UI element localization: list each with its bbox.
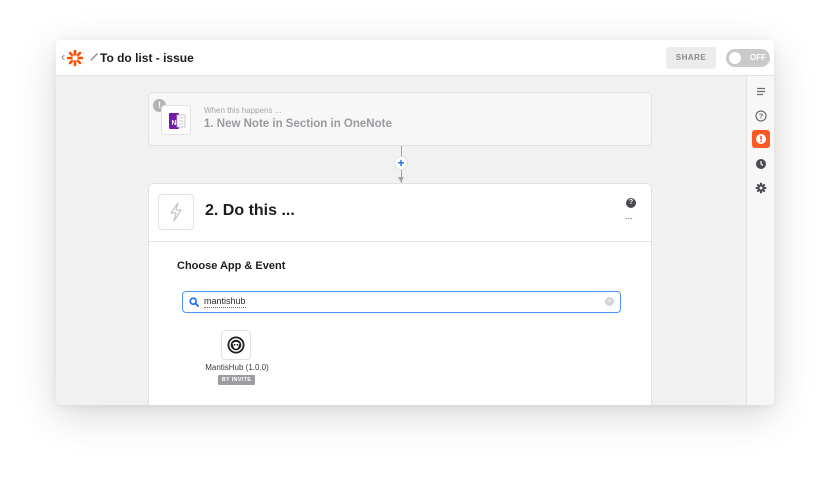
onenote-icon: N — [161, 105, 191, 135]
mantishub-icon — [221, 330, 251, 360]
action-step-header[interactable]: 2. Do this ... ? ... — [149, 184, 651, 242]
action-step-card: 2. Do this ... ? ... Choose App & Event … — [148, 183, 652, 405]
app-search-input[interactable]: mantishub × — [182, 291, 621, 313]
by-invite-badge: BY INVITE — [218, 375, 255, 385]
trigger-caption: When this happens ... — [204, 106, 282, 115]
clear-search-icon[interactable]: × — [605, 297, 614, 306]
trigger-title: 1. New Note in Section in OneNote — [204, 118, 392, 130]
section-title: Choose App & Event — [177, 260, 286, 272]
pencil-icon[interactable] — [89, 52, 99, 62]
settings-icon[interactable] — [752, 179, 770, 197]
lightning-bolt-icon — [158, 194, 194, 230]
outline-icon[interactable] — [752, 82, 770, 100]
chevron-left-icon[interactable]: ‹ — [61, 49, 65, 64]
zap-on-off-toggle[interactable]: OFF — [726, 49, 770, 67]
add-step-button[interactable]: + — [394, 156, 408, 170]
help-icon[interactable]: ? — [752, 107, 770, 125]
app-result-name: MantisHub (1.0.0) — [205, 363, 269, 372]
toggle-label: OFF — [750, 53, 766, 62]
right-sidebar: ? — [746, 76, 774, 405]
svg-text:?: ? — [759, 112, 764, 121]
top-bar: ‹ To do list - issue SHARE OFF — [56, 40, 774, 76]
trigger-step-card[interactable]: ! N When this happens ... 1. New Note in… — [148, 92, 652, 146]
zap-title[interactable]: To do list - issue — [100, 51, 194, 65]
toggle-knob — [729, 52, 741, 64]
more-options-icon[interactable]: ... — [625, 211, 633, 221]
question-icon[interactable]: ? — [626, 198, 636, 208]
zapier-logo-icon[interactable] — [67, 50, 83, 66]
search-value: mantishub — [204, 296, 246, 308]
action-step-title: 2. Do this ... — [205, 202, 295, 219]
history-icon[interactable] — [752, 155, 770, 173]
arrow-down-icon — [398, 177, 404, 182]
search-icon — [189, 297, 199, 307]
onenote-letter: N — [171, 120, 176, 127]
share-button[interactable]: SHARE — [666, 47, 716, 69]
app-window: ‹ To do list - issue SHARE OFF ? ! N Whe… — [56, 40, 774, 405]
alert-icon[interactable] — [752, 130, 770, 148]
app-result-item[interactable]: MantisHub (1.0.0) BY INVITE — [194, 330, 284, 390]
